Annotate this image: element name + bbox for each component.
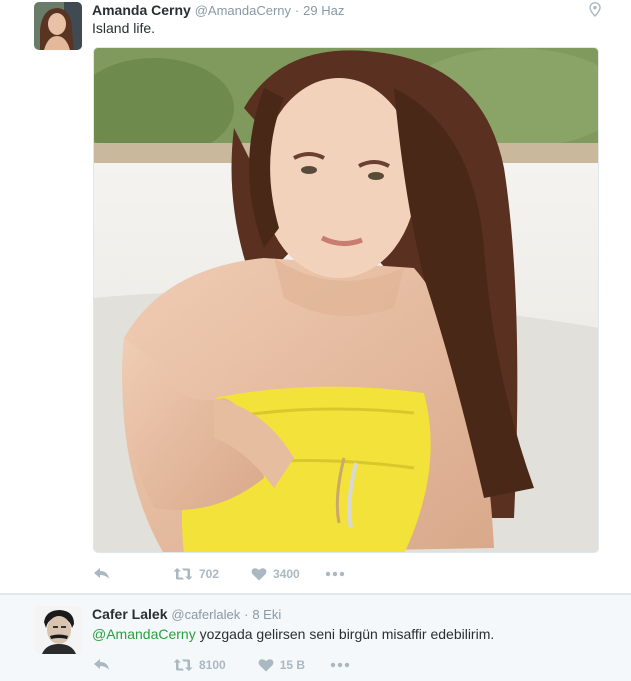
avatar[interactable] (34, 606, 82, 654)
author-name[interactable]: Amanda Cerny (92, 2, 191, 18)
like-count: 15 B (279, 658, 306, 672)
more-button[interactable] (325, 571, 345, 577)
location-pin-icon[interactable] (589, 2, 601, 20)
tweet-timestamp[interactable]: 8 Eki (252, 607, 281, 622)
tweet-actions: 8100 15 B (93, 655, 350, 675)
reply-button[interactable] (93, 567, 111, 581)
like-button[interactable]: 3400 (251, 567, 300, 581)
like-count: 3400 (273, 567, 300, 581)
tweet-text: Island life. (92, 20, 156, 36)
heart-icon (258, 659, 274, 672)
reply-text: yozgada gelirsen seni birgün misaffir ed… (195, 626, 495, 642)
tweet-reply[interactable]: Cafer Lalek @caferlalek · 8 Eki @AmandaC… (0, 594, 631, 681)
heart-icon (251, 568, 267, 581)
retweet-icon (173, 568, 193, 580)
tweet-header: Amanda Cerny @AmandaCerny · 29 Haz (92, 1, 344, 20)
reply-button[interactable] (93, 658, 111, 672)
more-dots-icon (325, 571, 344, 577)
author-name[interactable]: Cafer Lalek (92, 606, 167, 622)
tweet-text: @AmandaCerny yozgada gelirsen seni birgü… (92, 625, 494, 643)
avatar[interactable] (34, 2, 82, 50)
author-handle[interactable]: @caferlalek (171, 607, 240, 622)
retweet-button[interactable]: 702 (173, 567, 219, 581)
reply-icon (94, 568, 109, 579)
retweet-icon (173, 659, 193, 671)
separator-dot: · (244, 607, 249, 622)
author-handle[interactable]: @AmandaCerny (195, 3, 291, 18)
more-button[interactable] (330, 662, 350, 668)
mention-link[interactable]: @AmandaCerny (92, 626, 196, 642)
tweet-photo[interactable] (93, 47, 599, 553)
retweet-count: 702 (199, 567, 220, 581)
retweet-button[interactable]: 8100 (173, 658, 226, 672)
tweet-header: Cafer Lalek @caferlalek · 8 Eki (92, 605, 281, 624)
like-button[interactable]: 15 B (258, 658, 305, 672)
tweet-actions: 702 3400 (93, 564, 345, 584)
reply-icon (94, 659, 109, 670)
retweet-count: 8100 (199, 658, 226, 672)
tweet-timestamp[interactable]: 29 Haz (303, 3, 344, 18)
separator-dot: · (294, 3, 300, 18)
tweet-main[interactable]: Amanda Cerny @AmandaCerny · 29 Haz Islan… (0, 0, 631, 594)
more-dots-icon (330, 662, 350, 668)
